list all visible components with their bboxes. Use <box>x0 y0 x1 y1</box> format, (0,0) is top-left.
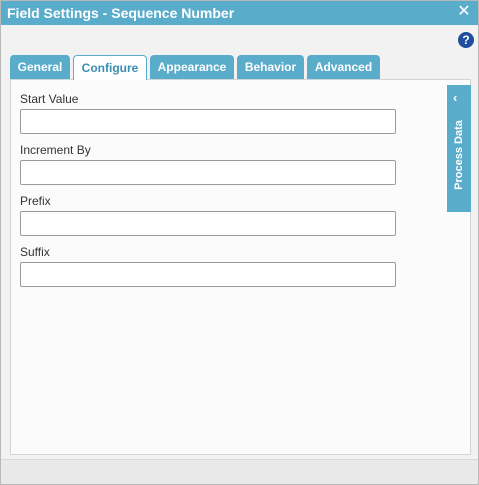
suffix-input[interactable] <box>20 262 396 287</box>
process-data-label: Process Data <box>453 120 465 190</box>
start-value-input[interactable] <box>20 109 396 134</box>
tab-behavior[interactable]: Behavior <box>237 55 304 79</box>
tab-configure[interactable]: Configure <box>73 55 147 80</box>
help-icon[interactable]: ? <box>458 32 474 48</box>
dialog-title: Field Settings - Sequence Number <box>7 5 235 21</box>
suffix-label: Suffix <box>20 245 50 259</box>
tab-advanced[interactable]: Advanced <box>307 55 380 79</box>
tab-appearance[interactable]: Appearance <box>150 55 234 79</box>
configure-panel: Start Value Increment By Prefix Suffix <box>10 79 471 455</box>
increment-by-input[interactable] <box>20 160 396 185</box>
dialog-footer <box>1 459 478 484</box>
close-icon[interactable]: ✕ <box>456 4 472 20</box>
chevron-left-icon: ‹ <box>453 90 458 105</box>
increment-by-label: Increment By <box>20 143 91 157</box>
prefix-label: Prefix <box>20 194 51 208</box>
start-value-label: Start Value <box>20 92 79 106</box>
prefix-input[interactable] <box>20 211 396 236</box>
tab-general[interactable]: General <box>10 55 70 79</box>
title-bar: Field Settings - Sequence Number ✕ <box>1 1 478 25</box>
process-data-panel-toggle[interactable]: ‹ Process Data <box>447 85 471 212</box>
field-settings-dialog: Field Settings - Sequence Number ✕ ? Gen… <box>0 0 479 485</box>
